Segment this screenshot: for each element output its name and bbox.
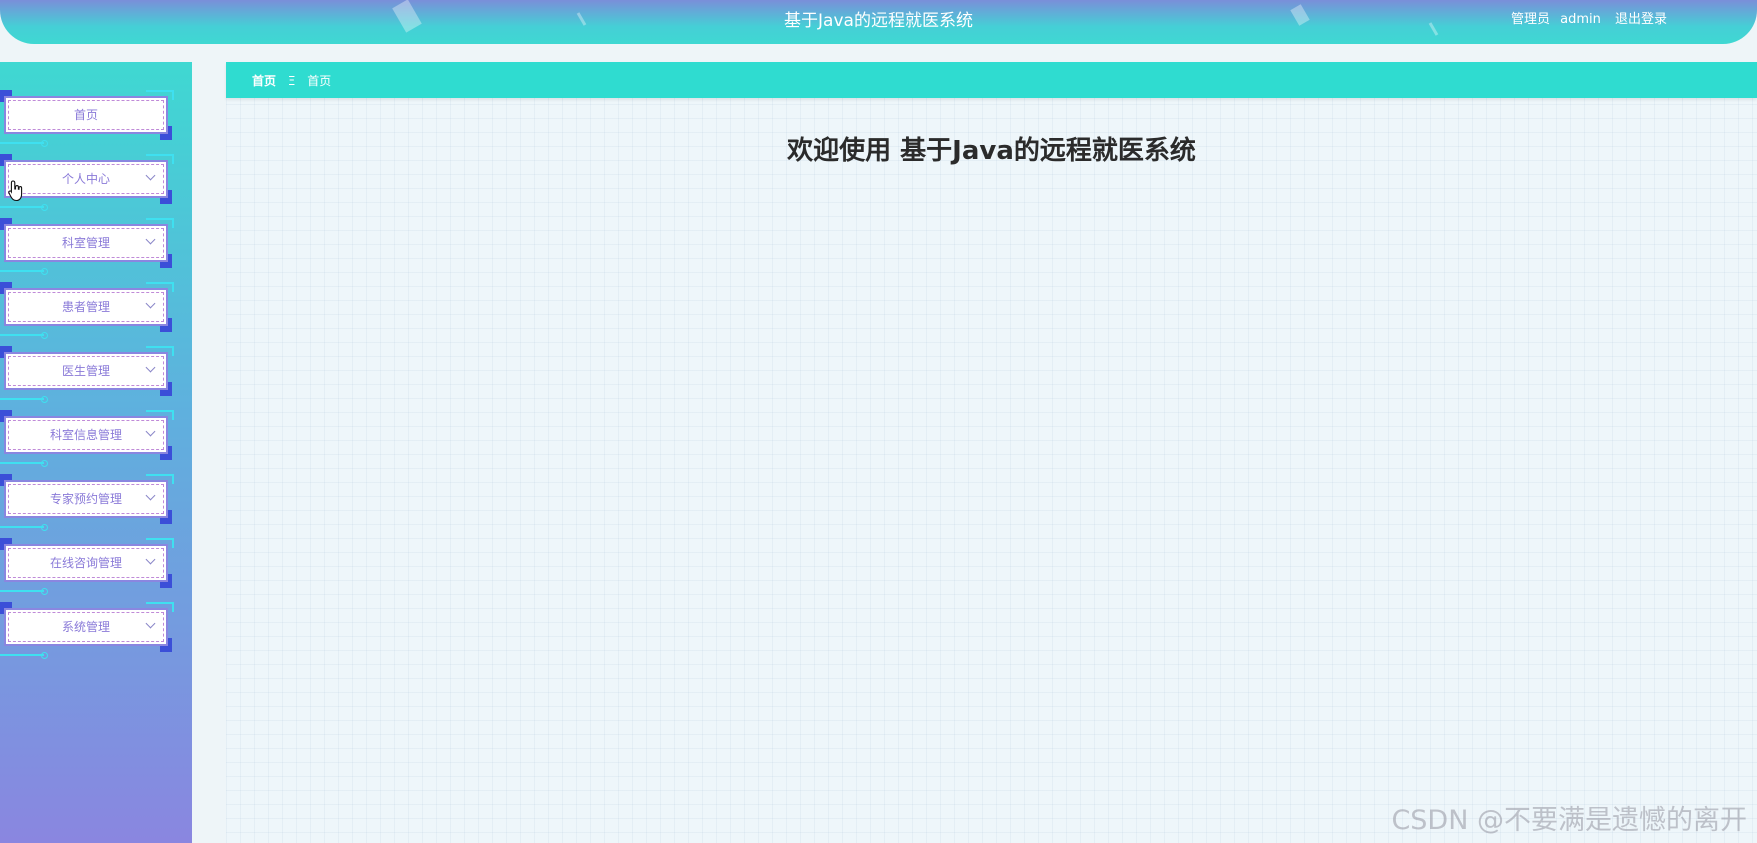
username: admin: [1560, 12, 1601, 27]
breadcrumb: 首页 Ξ 首页: [252, 72, 331, 89]
menu-line-decoration: [0, 460, 48, 467]
sidebar-item-doctor-management[interactable]: 医生管理: [0, 346, 174, 403]
sidebar-item-label: 在线咨询管理: [49, 556, 122, 570]
sidebar-item-online-consultation-management[interactable]: 在线咨询管理: [0, 538, 174, 595]
sidebar-item-department-management[interactable]: 科室管理: [0, 218, 174, 275]
watermark-text: CSDN @不要满是遗憾的离开: [1391, 805, 1747, 836]
welcome-heading: 欢迎使用 基于Java的远程就医系统: [787, 136, 1196, 166]
app-title: 基于Java的远程就医系统: [784, 11, 973, 31]
sidebar-item-home[interactable]: 首页: [0, 90, 174, 147]
sidebar-item-label: 系统管理: [61, 620, 110, 634]
sidebar-item-department-info-management[interactable]: 科室信息管理: [0, 410, 174, 467]
user-role: 管理员: [1510, 12, 1550, 27]
menu-line-decoration: [0, 524, 48, 531]
breadcrumb-home-link[interactable]: 首页: [252, 74, 276, 88]
menu-line-decoration: [0, 652, 48, 659]
user-area: 管理员 admin 退出登录: [1505, 8, 1667, 27]
sidebar-item-label: 科室信息管理: [49, 428, 122, 442]
sidebar-item-label: 科室管理: [61, 236, 110, 250]
sidebar-item-label: 医生管理: [61, 364, 110, 378]
menu-line-decoration: [0, 588, 48, 595]
menu-line-decoration: [0, 396, 48, 403]
sidebar-item-patient-management[interactable]: 患者管理: [0, 282, 174, 339]
menu-line-decoration: [0, 140, 48, 147]
logout-link[interactable]: 退出登录: [1615, 12, 1667, 27]
sidebar-item-label: 个人中心: [61, 172, 110, 186]
menu-line-decoration: [0, 204, 48, 211]
sidebar-item-label: 患者管理: [61, 300, 110, 314]
breadcrumb-separator: Ξ: [287, 74, 296, 88]
breadcrumb-current: 首页: [307, 74, 332, 88]
main-content: 首页 Ξ 首页 欢迎使用 基于Java的远程就医系统: [226, 62, 1757, 843]
sidebar-item-label: 首页: [73, 108, 98, 122]
top-header: 基于Java的远程就医系统 管理员 admin 退出登录: [0, 0, 1757, 44]
sidebar-item-system-management[interactable]: 系统管理: [0, 602, 174, 659]
sidebar-item-expert-appointment-management[interactable]: 专家预约管理: [0, 474, 174, 531]
menu-line-decoration: [0, 332, 48, 339]
sidebar-item-personal-center[interactable]: 个人中心: [0, 154, 174, 211]
sidebar: 首页 个人中心 科室管理 患者管理 医生管理 科室信息管理 专家预约管理 在线咨…: [0, 62, 192, 843]
hand-pointer-icon: [8, 180, 24, 205]
menu-line-decoration: [0, 268, 48, 275]
breadcrumb-bar: 首页 Ξ 首页: [226, 62, 1757, 98]
sidebar-item-label: 专家预约管理: [49, 492, 122, 506]
